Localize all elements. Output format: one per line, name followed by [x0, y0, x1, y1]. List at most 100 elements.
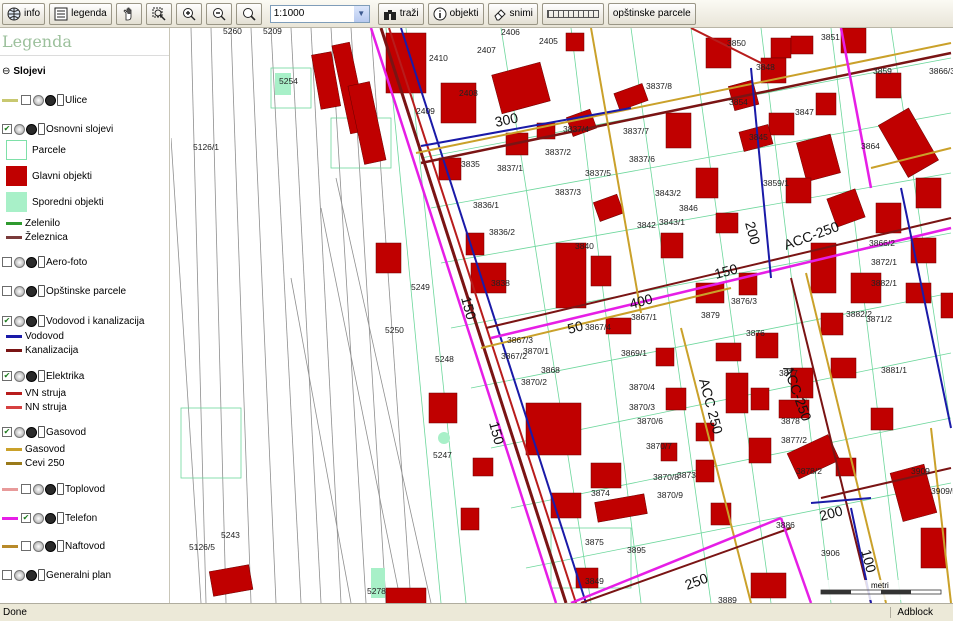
visibility-icon[interactable]: [14, 315, 25, 327]
gear-icon[interactable]: [45, 483, 56, 495]
trazi-button-label: traži: [399, 8, 419, 19]
legenda-button[interactable]: legenda: [49, 2, 112, 25]
visibility-icon[interactable]: [33, 483, 44, 495]
legend-item-zelenilo: Zelenilo: [0, 218, 60, 229]
visibility-icon[interactable]: [14, 569, 25, 581]
vodovod-checkbox[interactable]: ✔: [2, 316, 12, 326]
opacity-icon[interactable]: [38, 285, 45, 297]
visibility-icon[interactable]: [14, 285, 25, 297]
collapse-icon[interactable]: ⊖: [2, 66, 10, 77]
visibility-icon[interactable]: [33, 540, 44, 552]
objekti-button[interactable]: objekti: [427, 2, 484, 25]
utility-label: 250: [683, 570, 711, 593]
naftovod-checkbox[interactable]: [21, 541, 31, 551]
opacity-icon[interactable]: [38, 256, 45, 268]
chevron-down-icon[interactable]: ▼: [353, 5, 369, 22]
parcel-label: 2406: [501, 28, 520, 37]
naftovod-swatch: [2, 544, 18, 548]
parcel-label: 3870/6: [637, 416, 663, 426]
cevi-label: Cevi 250: [25, 458, 65, 469]
opstinske-parcele-button[interactable]: opštinske parcele: [607, 2, 696, 25]
gasovod-checkbox[interactable]: ✔: [2, 427, 12, 437]
opacity-icon[interactable]: [38, 370, 45, 382]
gear-icon[interactable]: [26, 426, 37, 438]
layers-group-header[interactable]: ⊖ Slojevi: [0, 66, 46, 77]
ulice-checkbox[interactable]: [21, 95, 31, 105]
opacity-icon[interactable]: [57, 483, 64, 495]
trazi-button[interactable]: traži: [377, 2, 424, 25]
pan-button[interactable]: [115, 2, 142, 25]
opstinske-checkbox[interactable]: [2, 286, 12, 296]
opacity-icon[interactable]: [57, 512, 64, 524]
gear-icon[interactable]: [45, 540, 56, 552]
parcel-label: 5209: [263, 28, 282, 36]
gasovod2-label: Gasovod: [25, 444, 66, 455]
gear-icon[interactable]: [26, 123, 37, 135]
info-button[interactable]: info: [2, 2, 46, 25]
visibility-icon[interactable]: [14, 426, 25, 438]
parcel-label: 3837/8: [646, 81, 672, 91]
gear-icon[interactable]: [26, 285, 37, 297]
parcel-label: 3870/1: [523, 346, 549, 356]
opacity-icon[interactable]: [57, 94, 64, 106]
parcel-label: 3881/1: [881, 365, 907, 375]
parcel-label: 3873: [677, 470, 696, 480]
opacity-icon[interactable]: [38, 426, 45, 438]
visibility-icon[interactable]: [33, 94, 44, 106]
opacity-icon[interactable]: [38, 315, 45, 327]
legend-item-vn: VN struja: [0, 388, 66, 399]
aerofoto-checkbox[interactable]: [2, 257, 12, 267]
kanalizacija-swatch: [6, 349, 22, 352]
zoom-out-button[interactable]: [205, 2, 232, 25]
parcel-label: 3874: [591, 488, 610, 498]
scale-select[interactable]: 1:1000 ▼: [269, 4, 370, 23]
visibility-icon[interactable]: [33, 512, 44, 524]
layer-row-osnovni: ✔ Osnovni slojevi: [0, 123, 113, 135]
parcel-label: 3854: [729, 97, 748, 107]
legend-item-sporedni: Sporedni objekti: [0, 192, 104, 212]
visibility-icon[interactable]: [14, 256, 25, 268]
osnovni-checkbox[interactable]: ✔: [2, 124, 12, 134]
parcel-label: 3882/1: [871, 278, 897, 288]
nn-swatch: [6, 406, 22, 409]
visibility-icon[interactable]: [14, 123, 25, 135]
visibility-icon[interactable]: [14, 370, 25, 382]
map-svg[interactable]: metri 5260 5209 5254 5126/1 5249 5250 5248 5247…: [171, 28, 953, 603]
opacity-icon[interactable]: [38, 123, 45, 135]
toplovod-checkbox[interactable]: [21, 484, 31, 494]
sporedni-swatch: [6, 192, 27, 212]
gasovod-label: Gasovod: [46, 426, 87, 438]
legend-item-glavni: Glavni objekti: [0, 166, 92, 186]
status-text: Done: [3, 607, 27, 618]
legend-icon: [54, 7, 68, 20]
gear-icon[interactable]: [26, 315, 37, 327]
gear-icon[interactable]: [26, 370, 37, 382]
telefon-checkbox[interactable]: ✔: [21, 513, 31, 523]
generalni-checkbox[interactable]: [2, 570, 12, 580]
map-canvas[interactable]: metri 5260 5209 5254 5126/1 5249 5250 5248 5247…: [171, 28, 953, 603]
gear-icon[interactable]: [26, 569, 37, 581]
gear-icon[interactable]: [45, 94, 56, 106]
zoom-full-button[interactable]: [235, 2, 262, 25]
parcel-label: 3870/8: [653, 472, 679, 482]
parcel-label: 2408: [459, 88, 478, 98]
opacity-icon[interactable]: [57, 540, 64, 552]
legend-title: Legenda: [0, 28, 169, 56]
vodovod-swatch: [6, 335, 22, 338]
zoom-in-button[interactable]: [175, 2, 202, 25]
measure-button[interactable]: [541, 2, 604, 25]
status-bar: Done Adblock: [0, 603, 953, 621]
parcel-label: 3870/3: [629, 402, 655, 412]
gear-icon[interactable]: [45, 512, 56, 524]
utility-label: 50: [566, 317, 585, 337]
parcel-label: 3872/1: [871, 257, 897, 267]
opacity-icon[interactable]: [38, 569, 45, 581]
parcel-label: 3867/4: [585, 322, 611, 332]
elektrika-checkbox[interactable]: ✔: [2, 371, 12, 381]
adblock-status[interactable]: Adblock: [890, 607, 945, 618]
legend-item-parcele: Parcele: [0, 140, 66, 160]
hand-icon: [123, 7, 132, 20]
zoom-box-button[interactable]: [145, 2, 172, 25]
gear-icon[interactable]: [26, 256, 37, 268]
snimi-button[interactable]: snimi: [487, 2, 538, 25]
